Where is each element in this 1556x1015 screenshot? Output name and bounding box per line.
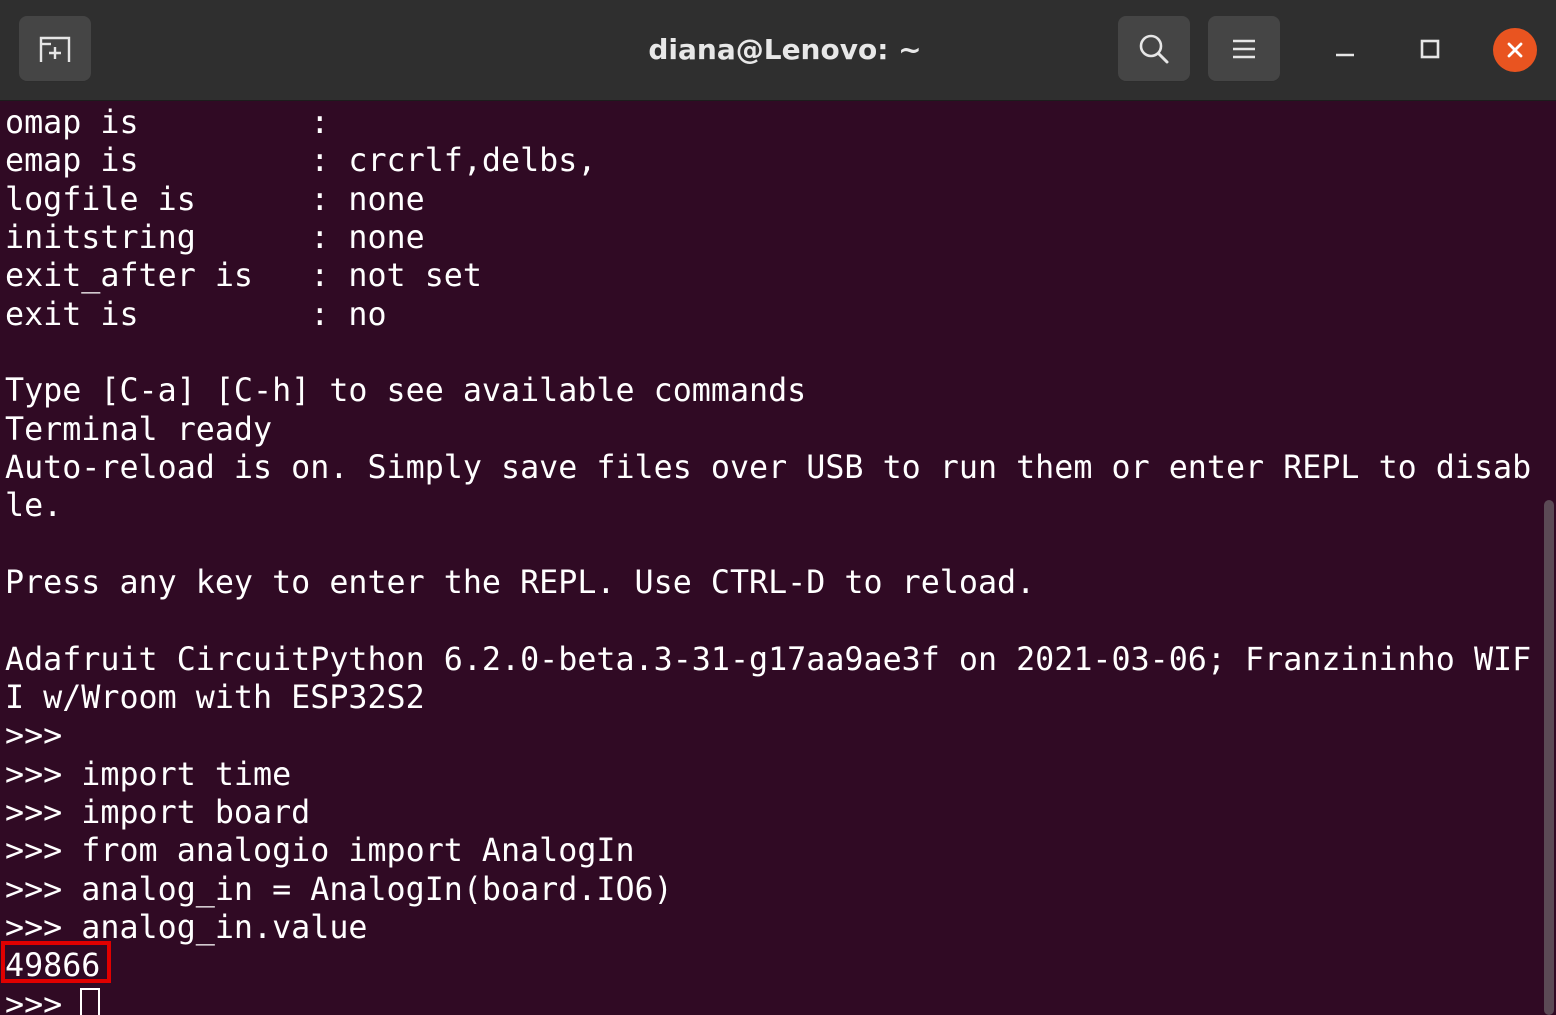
terminal-line: logfile is : none (5, 182, 425, 218)
terminal-line: initstring : none (5, 220, 425, 256)
search-button[interactable] (1118, 16, 1190, 82)
terminal-line: >>> import time (5, 757, 292, 793)
terminal-line: >>> from analogio import AnalogIn (5, 833, 635, 869)
terminal-line: Terminal ready (5, 412, 273, 448)
terminal-line: >>> import board (5, 795, 311, 831)
minimize-button[interactable] (1322, 26, 1368, 72)
window-title: diana@Lenovo: ~ (648, 33, 922, 66)
terminal-window: diana@Lenovo: ~ omap is: emap is: crcr… (0, 0, 1556, 1015)
maximize-icon (1420, 39, 1440, 59)
terminal-line: Press any key to enter the REPL. Use CTR… (5, 565, 1036, 601)
header-bar: diana@Lenovo: ~ (0, 0, 1556, 101)
text-cursor (80, 988, 100, 1015)
terminal-line: exit_after is : not set (5, 258, 482, 294)
new-tab-icon (39, 36, 71, 62)
terminal-line: Type [C-a] [C-h] to see available comman… (5, 373, 807, 409)
maximize-button[interactable] (1407, 26, 1453, 72)
minimize-icon (1336, 53, 1354, 57)
close-icon (1507, 42, 1523, 58)
hamburger-menu-icon (1233, 39, 1255, 59)
terminal-line: I w/Wroom with ESP32S2 (5, 680, 425, 716)
terminal-prompt-line: >>> (5, 987, 82, 1015)
vertical-scrollbar[interactable] (1544, 500, 1554, 1015)
terminal-line: emap is : crcrlf,delbs, (5, 143, 597, 179)
menu-button[interactable] (1208, 16, 1280, 82)
terminal-line: exit is : no (5, 297, 387, 333)
terminal-line: le. (5, 488, 63, 524)
terminal-output[interactable]: omap is : emap is : crcrlf,delbs, logfil… (0, 104, 1540, 1015)
terminal-line: Adafruit CircuitPython 6.2.0-beta.3-31-g… (5, 642, 1532, 678)
search-icon (1139, 34, 1169, 64)
close-button[interactable] (1493, 28, 1537, 72)
terminal-line: Auto-reload is on. Simply save files ove… (5, 450, 1532, 486)
terminal-line: >>> (5, 718, 63, 754)
new-tab-button[interactable] (19, 16, 91, 82)
terminal-line: >>> analog_in = AnalogIn(board.IO6) (5, 872, 673, 908)
terminal-line: omap is : (5, 105, 330, 141)
result-highlight-box (1, 941, 111, 983)
